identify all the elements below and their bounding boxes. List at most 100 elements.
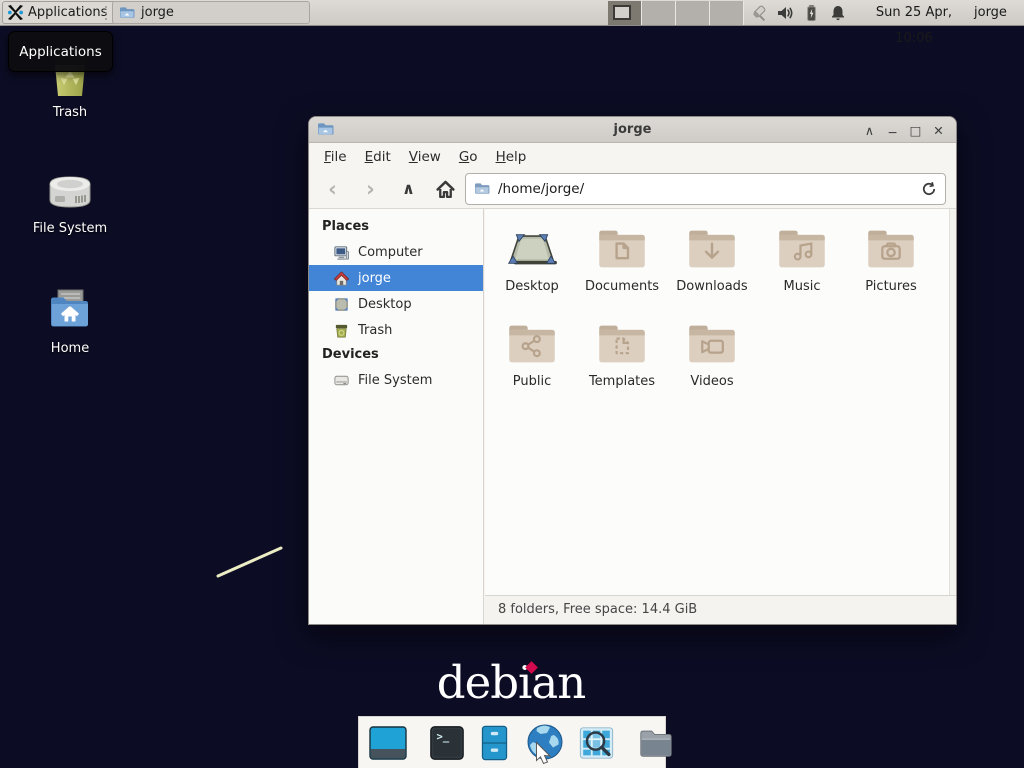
directory-menu-button[interactable]: [636, 724, 676, 762]
desktop-icon-label: File System: [28, 221, 112, 236]
file-cabinet-icon: [476, 723, 513, 763]
harddrive-icon: [43, 164, 97, 218]
shade-button[interactable]: ∧: [858, 123, 881, 138]
home-button[interactable]: [430, 174, 461, 204]
file-item-label: Videos: [668, 374, 756, 389]
file-item-videos[interactable]: Videos: [668, 322, 756, 389]
workspace-3[interactable]: [676, 1, 710, 25]
top-panel: Applications jorge: [0, 0, 1024, 26]
volume-tray-icon[interactable]: [776, 4, 794, 22]
forward-icon: ›: [366, 179, 375, 200]
panel-username: jorge: [974, 0, 1007, 26]
web-browser-launcher[interactable]: [523, 721, 567, 765]
back-icon: ‹: [328, 179, 337, 200]
minimize-button[interactable]: ─: [881, 125, 904, 140]
file-item-pictures[interactable]: Pictures: [847, 227, 935, 294]
sidebar-item-label: File System: [358, 373, 432, 388]
menu-help[interactable]: Help: [487, 146, 536, 168]
computer-icon: [333, 244, 350, 261]
file-manager-window: jorge ∧ ─ □ ✕ File Edit View Go Help ‹ ›…: [308, 116, 957, 625]
home-folder-icon: [43, 284, 97, 338]
reload-icon[interactable]: [921, 181, 937, 197]
file-item-label: Music: [758, 279, 846, 294]
desktop-icon-label: Home: [28, 341, 112, 356]
window-controls: ∧ ─ □ ✕: [858, 117, 950, 143]
show-desktop-button[interactable]: [368, 723, 408, 763]
notifications-bell-tray-icon[interactable]: [829, 4, 847, 22]
workspace-4[interactable]: [710, 1, 744, 25]
downloads-folder-icon: [686, 227, 738, 271]
file-item-downloads[interactable]: Downloads: [668, 227, 756, 294]
file-item-label: Downloads: [668, 279, 756, 294]
debian-wallpaper-logo: debian: [411, 656, 611, 712]
vertical-scrollbar[interactable]: [949, 209, 956, 595]
application-finder-launcher[interactable]: [577, 724, 616, 762]
sidebar: Places Computer jorge Desktop: [309, 209, 484, 624]
desktop-scribble-line: [212, 542, 288, 582]
back-button[interactable]: ‹: [317, 174, 348, 204]
system-tray: [748, 0, 847, 26]
file-manager-launcher[interactable]: [476, 723, 513, 763]
pictures-folder-icon: [865, 227, 917, 271]
statusbar-text: 8 folders, Free space: 14.4 GiB: [498, 602, 697, 617]
file-item-documents[interactable]: Documents: [578, 227, 666, 294]
public-folder-icon: [506, 322, 558, 366]
file-item-desktop[interactable]: Desktop: [488, 227, 576, 294]
terminal-icon: >_: [428, 724, 466, 762]
clipboard-tool-tray-icon[interactable]: [748, 4, 767, 23]
location-bar[interactable]: /home/jorge/: [465, 173, 946, 205]
file-item-label: Documents: [578, 279, 666, 294]
bottom-dock: >_: [358, 716, 666, 768]
desktop-icon-label: Trash: [28, 105, 112, 120]
file-item-label: Templates: [578, 374, 666, 389]
home-icon: [435, 179, 456, 200]
battery-tray-icon[interactable]: [803, 4, 820, 22]
application-finder-icon: [577, 724, 616, 762]
workspace-1[interactable]: [608, 1, 642, 25]
directory-folder-icon: [636, 724, 676, 762]
show-desktop-icon: [368, 723, 408, 763]
trash-icon: [333, 322, 350, 339]
window-titlebar[interactable]: jorge ∧ ─ □ ✕: [309, 117, 956, 143]
menubar: File Edit View Go Help: [309, 144, 956, 169]
file-item-templates[interactable]: Templates: [578, 322, 666, 389]
panel-clock[interactable]: Sun 25 Apr, 10:06: [858, 0, 970, 26]
file-item-label: Pictures: [847, 279, 935, 294]
taskbar-window-label: jorge: [141, 5, 174, 20]
workspace-2[interactable]: [642, 1, 676, 25]
menu-edit[interactable]: Edit: [356, 146, 400, 168]
menu-go[interactable]: Go: [450, 146, 487, 168]
desktop-icon-home[interactable]: Home: [28, 284, 112, 356]
documents-folder-icon: [596, 227, 648, 271]
sidebar-item-home[interactable]: jorge: [309, 265, 483, 291]
web-browser-globe-icon: [523, 721, 567, 765]
maximize-button[interactable]: □: [904, 123, 927, 138]
folder-icon: [119, 6, 135, 20]
desktop-folder-icon: [506, 227, 558, 271]
workspace-window-preview: [613, 5, 631, 20]
sidebar-item-desktop[interactable]: Desktop: [309, 291, 483, 317]
location-path[interactable]: /home/jorge/: [498, 181, 921, 197]
desktop-icon-filesystem[interactable]: File System: [28, 164, 112, 236]
workspace-switcher[interactable]: [608, 1, 744, 25]
file-item-label: Desktop: [488, 279, 576, 294]
applications-logo-icon: [7, 4, 24, 21]
terminal-launcher[interactable]: >_: [428, 724, 466, 762]
menu-file[interactable]: File: [315, 146, 356, 168]
files-view[interactable]: Desktop Documents Download: [485, 209, 956, 595]
forward-button[interactable]: ›: [355, 174, 386, 204]
home-red-roof-icon: [333, 270, 350, 287]
sidebar-item-label: Trash: [358, 323, 392, 338]
sidebar-item-filesystem[interactable]: File System: [309, 367, 483, 393]
applications-menu-button[interactable]: Applications: [2, 1, 116, 24]
sidebar-item-computer[interactable]: Computer: [309, 239, 483, 265]
up-button[interactable]: ∧: [393, 174, 424, 204]
sidebar-item-trash[interactable]: Trash: [309, 317, 483, 343]
toolbar: ‹ › ∧ /home/jorge/: [309, 169, 956, 209]
close-button[interactable]: ✕: [927, 123, 950, 138]
sidebar-item-label: jorge: [358, 271, 391, 286]
file-item-public[interactable]: Public: [488, 322, 576, 389]
taskbar-window-button[interactable]: jorge: [112, 1, 310, 24]
menu-view[interactable]: View: [400, 146, 450, 168]
file-item-music[interactable]: Music: [758, 227, 846, 294]
